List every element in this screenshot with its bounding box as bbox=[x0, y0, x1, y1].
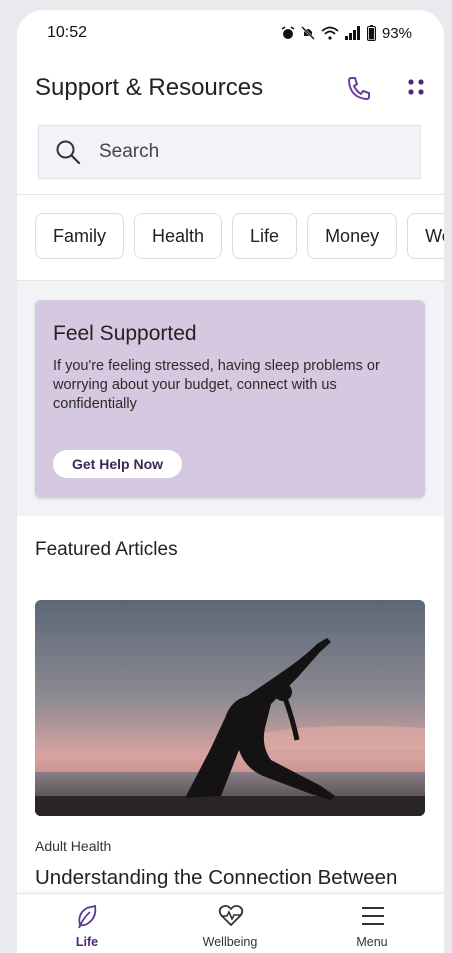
more-dots-icon[interactable] bbox=[403, 74, 429, 100]
article-image[interactable] bbox=[35, 600, 425, 816]
alarm-icon bbox=[281, 26, 295, 39]
section-title: Featured Articles bbox=[35, 539, 178, 560]
tab-life-label: Life bbox=[75, 935, 99, 949]
app-screen: 10:52 93% Support & Resources Family Hea… bbox=[17, 10, 444, 953]
chip-wellbeing[interactable]: We bbox=[407, 213, 444, 259]
mute-icon bbox=[301, 26, 315, 40]
article-category: Adult Health bbox=[35, 838, 112, 854]
promo-card: Feel Supported If you're feeling stresse… bbox=[35, 300, 425, 498]
article-title[interactable]: Understanding the Connection Between bbox=[35, 866, 397, 890]
status-icons: 93% bbox=[281, 25, 412, 42]
hamburger-icon bbox=[362, 907, 384, 925]
battery-icon bbox=[366, 25, 376, 41]
search-input[interactable] bbox=[97, 140, 361, 164]
chip-family[interactable]: Family bbox=[35, 213, 124, 259]
tab-life[interactable]: Life bbox=[27, 894, 147, 953]
status-time: 10:52 bbox=[47, 24, 88, 41]
yoga-sunset-image bbox=[35, 600, 425, 816]
tab-wellbeing-label: Wellbeing bbox=[202, 935, 258, 949]
signal-icon bbox=[344, 26, 360, 40]
wifi-icon bbox=[321, 26, 339, 40]
status-bar: 10:52 93% bbox=[17, 10, 444, 56]
leaf-icon bbox=[78, 904, 97, 929]
tab-menu[interactable]: Menu bbox=[312, 894, 432, 953]
promo-title: Feel Supported bbox=[53, 322, 197, 345]
app-header: Support & Resources bbox=[17, 66, 444, 110]
category-chips: Family Health Life Money We bbox=[35, 213, 444, 261]
heart-pulse-icon bbox=[218, 904, 244, 926]
search-icon bbox=[56, 140, 81, 165]
chip-life[interactable]: Life bbox=[232, 213, 298, 259]
tab-wellbeing[interactable]: Wellbeing bbox=[170, 894, 290, 953]
phone-icon[interactable] bbox=[345, 74, 373, 102]
promo-body: If you're feeling stressed, having sleep… bbox=[53, 358, 380, 412]
battery-percent: 93% bbox=[381, 24, 412, 42]
chip-health[interactable]: Health bbox=[134, 213, 223, 259]
tab-menu-label: Menu bbox=[356, 935, 388, 949]
divider bbox=[17, 194, 444, 195]
chip-money[interactable]: Money bbox=[307, 213, 398, 259]
page-title: Support & Resources bbox=[35, 74, 264, 101]
search-bar[interactable] bbox=[38, 125, 421, 179]
get-help-button[interactable]: Get Help Now bbox=[53, 450, 183, 478]
bottom-tab-bar: Life Wellbeing Menu bbox=[17, 893, 444, 953]
